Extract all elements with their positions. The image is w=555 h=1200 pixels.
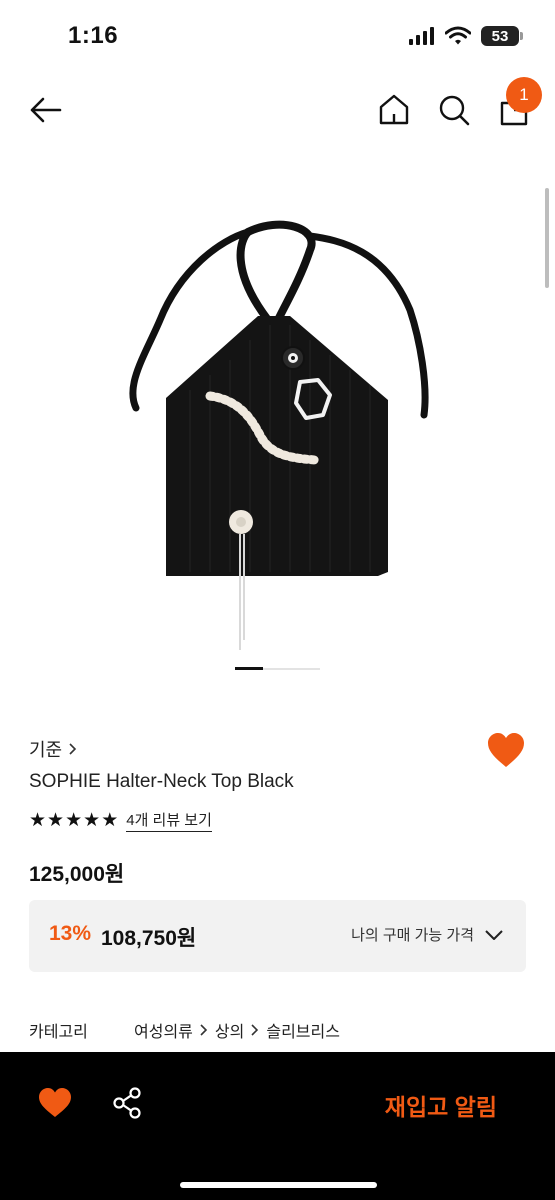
brand-name: 기준 xyxy=(29,740,63,760)
category-label: 카테고리 xyxy=(29,1024,88,1041)
category-level-1[interactable]: 여성의류 xyxy=(134,1018,193,1042)
discount-toggle[interactable]: 나의 구매 가능 가격 xyxy=(351,924,504,945)
discount-panel[interactable]: 13% 108,750원 나의 구매 가능 가격 xyxy=(29,900,526,972)
heart-icon[interactable] xyxy=(38,1087,72,1119)
cart-count-badge: 1 xyxy=(506,77,542,113)
search-icon[interactable] xyxy=(436,92,472,128)
restock-alert-button[interactable]: 재입고 알림 xyxy=(385,1088,497,1122)
heart-icon[interactable] xyxy=(486,732,526,770)
rating-stars: ★ ★ ★ ★ ★ xyxy=(29,809,118,832)
back-arrow-icon[interactable] xyxy=(26,92,66,128)
bottom-action-bar: 재입고 알림 xyxy=(0,1052,555,1200)
category-breadcrumb: 여성의류 상의 슬리브리스 xyxy=(134,1018,340,1042)
product-name: SOPHIE Halter-Neck Top Black xyxy=(29,771,294,792)
brand-link[interactable]: 기준 xyxy=(29,736,78,762)
discount-price: 108,750원 xyxy=(101,927,197,950)
share-icon[interactable] xyxy=(112,1086,142,1120)
star-icon: ★ xyxy=(29,810,47,831)
battery-indicator: 53 xyxy=(481,26,523,46)
category-level-3[interactable]: 슬리브리스 xyxy=(266,1018,340,1042)
status-icons: 53 xyxy=(409,26,523,46)
product-image[interactable] xyxy=(110,210,450,670)
chevron-right-icon xyxy=(200,1024,208,1036)
chevron-right-icon xyxy=(251,1024,259,1036)
star-icon: ★ xyxy=(47,810,65,831)
review-link[interactable]: 4개 리뷰 보기 xyxy=(126,809,212,832)
carousel-active-indicator xyxy=(235,667,263,670)
home-icon[interactable] xyxy=(376,92,412,128)
product-price: 125,000원 xyxy=(29,863,125,886)
star-icon: ★ xyxy=(83,810,101,831)
top-navigation: 1 xyxy=(0,77,555,140)
category-level-2[interactable]: 상의 xyxy=(215,1018,244,1042)
scroll-indicator xyxy=(545,188,549,288)
category-row: 카테고리 여성의류 상의 슬리브리스 xyxy=(29,1018,340,1042)
status-time: 1:16 xyxy=(68,22,119,49)
rating-row: ★ ★ ★ ★ ★ 4개 리뷰 보기 xyxy=(29,809,212,832)
chevron-right-icon xyxy=(69,743,77,755)
signal-icon xyxy=(409,27,434,45)
discount-toggle-label: 나의 구매 가능 가격 xyxy=(351,927,474,944)
wifi-icon xyxy=(445,26,471,45)
status-bar: 1:16 53 xyxy=(0,0,555,70)
home-indicator xyxy=(180,1182,377,1188)
discount-percent: 13% xyxy=(49,922,92,945)
star-icon: ★ xyxy=(101,810,119,831)
star-icon: ★ xyxy=(65,810,83,831)
chevron-down-icon xyxy=(485,929,503,940)
